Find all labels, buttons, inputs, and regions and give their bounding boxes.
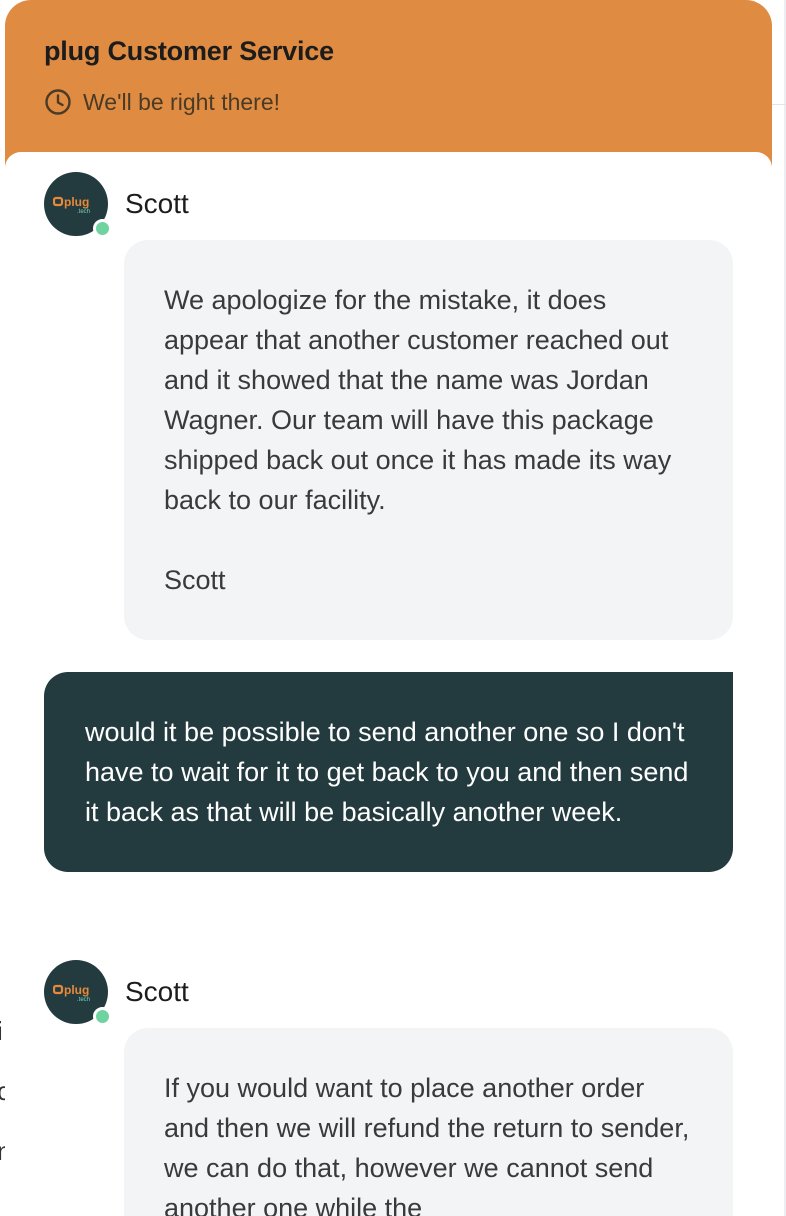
chat-widget: plug Customer Service We'll be right the…	[5, 0, 772, 1216]
background-divider	[772, 104, 786, 105]
agent-message-bubble: We apologize for the mistake, it does ap…	[124, 240, 733, 640]
avatar: plug .tech	[44, 172, 112, 238]
agent-header: plug .tech Scott	[44, 960, 189, 1026]
online-status-dot	[93, 1007, 112, 1026]
clock-icon	[45, 89, 71, 115]
avatar: plug .tech	[44, 960, 112, 1026]
chat-messages[interactable]: plug .tech Scott We apologize for the mi…	[5, 152, 772, 1216]
chat-header: plug Customer Service We'll be right the…	[5, 0, 772, 152]
agent-message-bubble: If you would want to place another order…	[124, 1028, 733, 1216]
chat-title: plug Customer Service	[44, 36, 334, 66]
svg-text:plug: plug	[64, 195, 89, 209]
online-status-dot	[93, 219, 112, 238]
svg-text:.tech: .tech	[77, 997, 90, 1003]
plug-logo-icon: plug .tech	[53, 983, 90, 1003]
user-message-bubble: would it be possible to send another one…	[44, 672, 733, 872]
svg-text:.tech: .tech	[77, 209, 90, 215]
chat-status-text: We'll be right there!	[83, 88, 281, 115]
agent-name: Scott	[125, 188, 189, 219]
chat-status: We'll be right there!	[44, 88, 772, 116]
agent-header: plug .tech Scott	[44, 172, 189, 238]
page: i c n plug Customer Service We'll be rig…	[0, 0, 786, 1216]
plug-logo-icon: plug .tech	[53, 195, 90, 215]
agent-name: Scott	[125, 976, 189, 1007]
svg-text:plug: plug	[64, 983, 89, 997]
